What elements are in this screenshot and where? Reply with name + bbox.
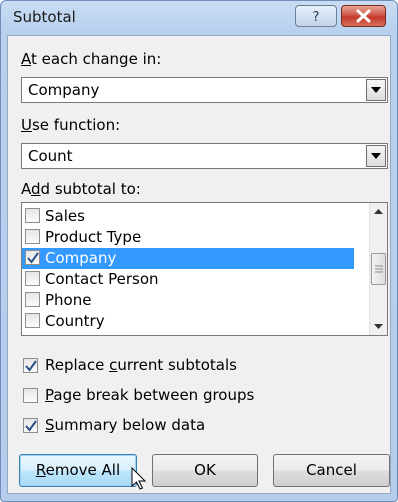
checkmark-icon bbox=[25, 360, 37, 372]
summary-below-data-option[interactable]: Summary below data bbox=[21, 416, 281, 436]
use-function-combobox[interactable]: Count bbox=[21, 143, 388, 169]
list-item-label: Contact Person bbox=[45, 270, 159, 288]
list-item-label: Country bbox=[45, 312, 105, 330]
close-button[interactable] bbox=[341, 5, 386, 27]
at-each-change-value: Company bbox=[28, 81, 100, 99]
list-item-label: Phone bbox=[45, 291, 92, 309]
close-x-icon bbox=[356, 9, 371, 23]
list-item-company[interactable]: Company bbox=[22, 248, 354, 269]
dialog-body: At each change in: Company Use function:… bbox=[7, 35, 391, 494]
remove-all-button[interactable]: Remove All bbox=[19, 454, 137, 487]
checkbox-sales[interactable] bbox=[25, 208, 40, 223]
scroll-up-arrow-icon bbox=[374, 209, 383, 214]
grip-lines-icon bbox=[375, 265, 383, 273]
at-each-change-dropdown-button[interactable] bbox=[366, 79, 386, 101]
checkbox-product-type[interactable] bbox=[25, 229, 40, 244]
scroll-down-arrow-icon bbox=[374, 324, 383, 329]
add-subtotal-label: Add subtotal to: bbox=[21, 180, 141, 198]
dialog-title: Subtotal bbox=[13, 8, 76, 26]
page-break-label: Page break between groups bbox=[45, 386, 255, 404]
add-subtotal-listbox[interactable]: Sales Product Type Company Contact Perso… bbox=[21, 202, 388, 336]
list-item-phone[interactable]: Phone bbox=[22, 290, 354, 311]
svg-text:?: ? bbox=[313, 10, 320, 25]
mouse-pointer-icon bbox=[131, 467, 147, 490]
list-item-contact-person[interactable]: Contact Person bbox=[22, 269, 354, 290]
listbox-scrollbar[interactable] bbox=[369, 203, 387, 335]
summary-below-data-label: Summary below data bbox=[45, 416, 206, 434]
checkmark-icon bbox=[25, 420, 37, 432]
scroll-down-button[interactable] bbox=[370, 318, 387, 335]
list-item-country[interactable]: Country bbox=[22, 311, 354, 332]
checkbox-phone[interactable] bbox=[25, 292, 40, 307]
at-each-change-label: At each change in: bbox=[21, 50, 162, 68]
chevron-down-icon bbox=[371, 153, 381, 159]
checkbox-country[interactable] bbox=[25, 313, 40, 328]
ok-button[interactable]: OK bbox=[152, 454, 258, 487]
title-bar[interactable]: Subtotal ? bbox=[1, 1, 397, 35]
list-item-sales[interactable]: Sales bbox=[22, 206, 354, 227]
page-break-checkbox[interactable] bbox=[23, 388, 38, 403]
use-function-dropdown-button[interactable] bbox=[366, 145, 386, 167]
page-break-option[interactable]: Page break between groups bbox=[21, 386, 281, 406]
scroll-thumb[interactable] bbox=[371, 253, 386, 285]
checkbox-contact-person[interactable] bbox=[25, 271, 40, 286]
checkmark-icon bbox=[27, 252, 39, 264]
summary-below-data-checkbox[interactable] bbox=[23, 418, 38, 433]
list-item-label: Sales bbox=[45, 207, 85, 225]
help-button[interactable]: ? bbox=[295, 5, 337, 27]
list-item-product-type[interactable]: Product Type bbox=[22, 227, 354, 248]
checkbox-company[interactable] bbox=[25, 250, 40, 265]
list-item-label: Product Type bbox=[45, 228, 142, 246]
subtotal-dialog: Subtotal ? At each change in: Company Us… bbox=[0, 0, 398, 502]
chevron-down-icon bbox=[371, 87, 381, 93]
question-mark-icon: ? bbox=[313, 10, 320, 25]
at-each-change-combobox[interactable]: Company bbox=[21, 77, 388, 103]
replace-current-subtotals-checkbox[interactable] bbox=[23, 358, 38, 373]
use-function-label: Use function: bbox=[21, 116, 121, 134]
list-item-label: Company bbox=[45, 249, 117, 267]
replace-current-subtotals-option[interactable]: Replace current subtotals bbox=[21, 356, 281, 376]
replace-current-subtotals-label: Replace current subtotals bbox=[45, 356, 237, 374]
scroll-up-button[interactable] bbox=[370, 203, 387, 220]
use-function-value: Count bbox=[28, 147, 73, 165]
cancel-button[interactable]: Cancel bbox=[273, 454, 390, 487]
